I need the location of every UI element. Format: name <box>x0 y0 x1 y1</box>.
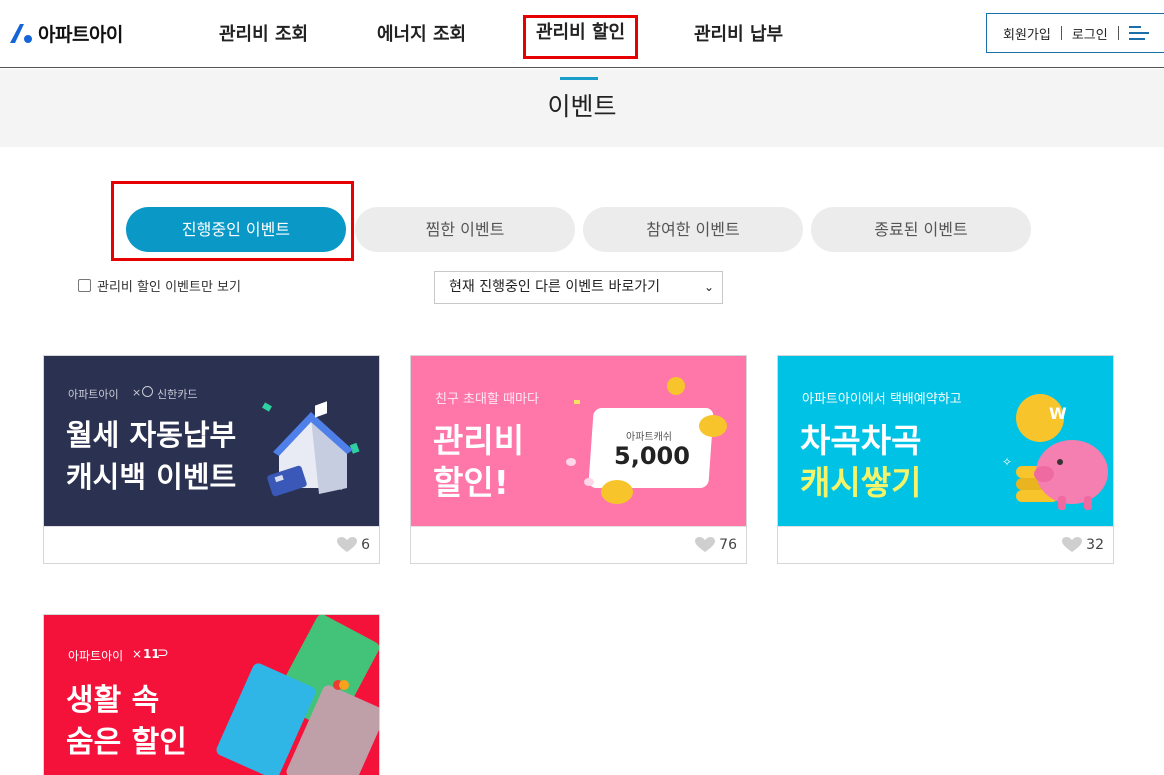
page-title: 이벤트 <box>547 92 617 121</box>
event-banner: 아파트아이에서 택배예약하고 차곡차곡 캐시쌓기 ✧ W <box>778 356 1113 526</box>
heart-icon <box>1062 537 1083 552</box>
banner-headline-1: 월세 자동납부 <box>66 418 237 452</box>
like-button[interactable]: 76 <box>695 537 737 553</box>
other-events-select[interactable]: 현재 진행중인 다른 이벤트 바로가기 ⌄ <box>434 271 723 304</box>
like-button[interactable]: 6 <box>337 537 370 553</box>
banner-brand: 아파트아이 <box>68 649 124 663</box>
banner-headline-2: 캐시백 이벤트 <box>66 460 237 494</box>
hamburger-menu-icon[interactable] <box>1128 25 1149 41</box>
banner-headline-1: 생활 속 <box>66 683 160 718</box>
svg-text:✧: ✧ <box>1002 455 1012 469</box>
banner-partner: 신한카드 <box>157 388 198 401</box>
banner-headline-2: 숨은 할인 <box>66 725 187 760</box>
logo-icon <box>10 24 32 43</box>
discount-only-checkbox[interactable] <box>78 279 91 292</box>
event-banner: 친구 초대할 때마다 관리비 할인! 아파트캐쉬 5,000 <box>411 356 746 526</box>
eleven-street-logo-icon: ⊃ <box>157 645 169 661</box>
banner-headline-2: 캐시쌓기 <box>800 463 922 502</box>
won-coin-icon: W <box>1049 404 1067 423</box>
like-count: 6 <box>361 537 370 553</box>
event-banner: 아파트아이 × 11 ⊃ 생활 속 숨은 할인 <box>44 615 379 775</box>
logo[interactable]: 아파트아이 <box>8 20 123 46</box>
title-band: 이벤트 <box>0 69 1164 147</box>
event-card-footer: 32 <box>778 526 1113 563</box>
chevron-down-icon: ⌄ <box>703 280 714 294</box>
banner-x: × <box>132 647 143 661</box>
coins-illustration <box>566 377 727 504</box>
auth-box: 회원가입 로그인 <box>986 13 1164 53</box>
shinhan-logo-icon <box>142 386 153 397</box>
discount-only-filter: 관리비 할인 이벤트만 보기 <box>78 276 241 295</box>
tab-liked-events[interactable]: 찜한 이벤트 <box>355 207 575 252</box>
discount-only-label[interactable]: 관리비 할인 이벤트만 보기 <box>97 276 241 295</box>
event-banner: 아파트아이 × 신한카드 월세 자동납부 캐시백 이벤트 <box>44 356 379 526</box>
nav-energy-inquiry[interactable]: 에너지 조회 <box>377 20 466 46</box>
nav-fee-inquiry[interactable]: 관리비 조회 <box>219 20 308 46</box>
heart-icon <box>337 537 358 552</box>
event-card-footer: 6 <box>44 526 379 563</box>
like-count: 76 <box>719 537 737 553</box>
like-button[interactable]: 32 <box>1062 537 1104 553</box>
event-card[interactable]: 아파트아이 × 신한카드 월세 자동납부 캐시백 이벤트 6 <box>43 355 380 564</box>
divider <box>1117 26 1119 40</box>
divider <box>1060 26 1062 40</box>
nav-fee-discount[interactable]: 관리비 할인 <box>522 15 639 59</box>
other-events-select-value: 현재 진행중인 다른 이벤트 바로가기 <box>449 279 660 295</box>
signup-link[interactable]: 회원가입 <box>1003 24 1051 43</box>
house-card-illustration <box>262 401 360 497</box>
top-header: 아파트아이 관리비 조회 에너지 조회 관리비 할인 관리비 납부 회원가입 로… <box>0 0 1164 68</box>
tab-participated-events[interactable]: 참여한 이벤트 <box>583 207 803 252</box>
like-count: 32 <box>1086 537 1104 553</box>
banner-brand: 아파트아이 <box>68 388 119 401</box>
banner-headline-1: 차곡차곡 <box>800 421 922 460</box>
event-card[interactable]: 아파트아이에서 택배예약하고 차곡차곡 캐시쌓기 ✧ W 32 <box>777 355 1114 564</box>
event-card[interactable]: 친구 초대할 때마다 관리비 할인! 아파트캐쉬 5,000 76 <box>410 355 747 564</box>
event-card[interactable]: 아파트아이 × 11 ⊃ 생활 속 숨은 할인 <box>43 614 380 775</box>
login-link[interactable]: 로그인 <box>1072 24 1108 43</box>
title-accent-bar <box>560 77 598 80</box>
banner-subtitle: 아파트아이에서 택배예약하고 <box>802 392 962 407</box>
tab-ended-events[interactable]: 종료된 이벤트 <box>811 207 1031 252</box>
credit-cards-illustration <box>216 615 379 775</box>
logo-text: 아파트아이 <box>38 23 123 46</box>
banner-x: × <box>132 386 142 399</box>
heart-icon <box>695 537 716 552</box>
nav-fee-payment[interactable]: 관리비 납부 <box>694 20 783 46</box>
tab-ongoing-events[interactable]: 진행중인 이벤트 <box>126 207 346 252</box>
event-card-footer: 76 <box>411 526 746 563</box>
